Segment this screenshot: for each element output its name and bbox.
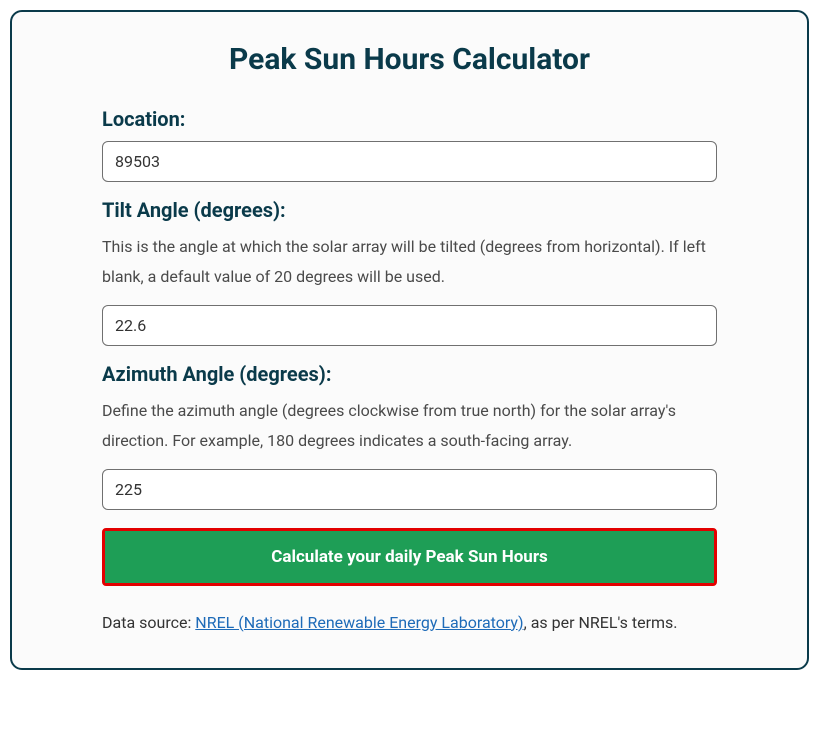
tilt-helper: This is the angle at which the solar arr… [102,232,717,293]
tilt-input[interactable] [102,305,717,346]
button-highlight-box: Calculate your daily Peak Sun Hours [102,528,717,586]
location-label: Location: [102,107,717,131]
azimuth-helper: Define the azimuth angle (degrees clockw… [102,396,717,457]
location-input[interactable] [102,141,717,182]
azimuth-input[interactable] [102,469,717,510]
azimuth-label: Azimuth Angle (degrees): [102,362,717,386]
page-title: Peak Sun Hours Calculator [102,42,717,77]
calculator-card: Peak Sun Hours Calculator Location: Tilt… [10,10,809,670]
location-group: Location: [102,107,717,182]
footer-suffix: , as per NREL's terms. [524,613,678,632]
footer-prefix: Data source: [102,613,195,632]
data-source-text: Data source: NREL (National Renewable En… [102,608,717,638]
nrel-link[interactable]: NREL (National Renewable Energy Laborato… [195,613,523,632]
tilt-label: Tilt Angle (degrees): [102,198,717,222]
azimuth-group: Azimuth Angle (degrees): Define the azim… [102,362,717,510]
tilt-group: Tilt Angle (degrees): This is the angle … [102,198,717,346]
calculate-button[interactable]: Calculate your daily Peak Sun Hours [105,531,714,583]
